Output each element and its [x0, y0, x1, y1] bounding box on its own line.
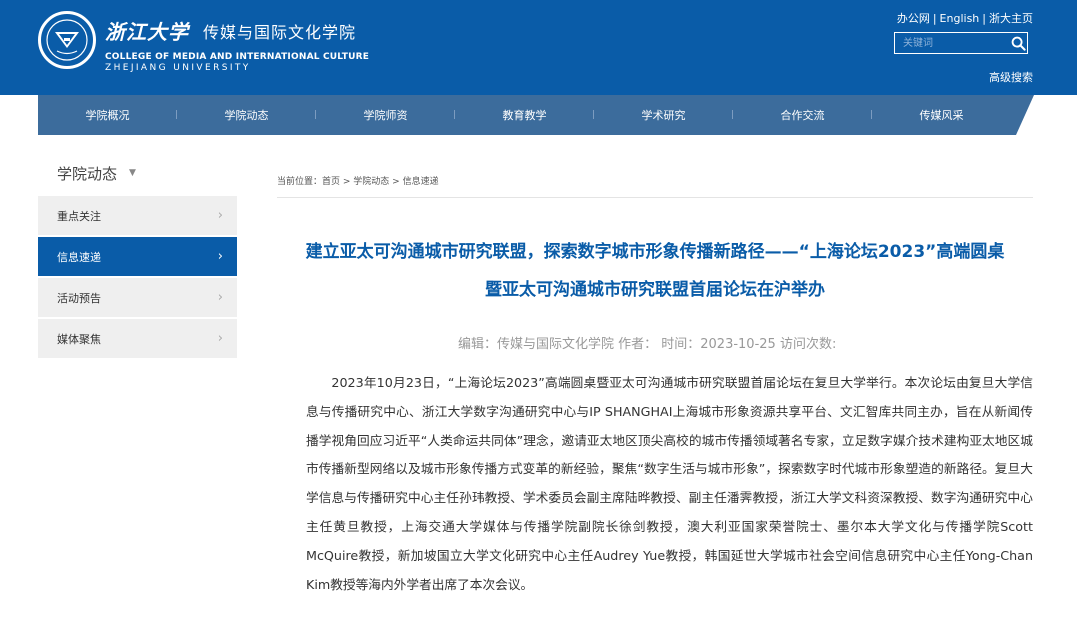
college-name-cn: 传媒与国际文化学院	[203, 22, 357, 42]
link-office[interactable]: 办公网	[897, 12, 930, 25]
nav-item-about[interactable]: 学院概况	[38, 107, 177, 123]
breadcrumb-news[interactable]: 学院动态	[353, 177, 389, 187]
caret-down-icon: ▼	[129, 168, 136, 178]
sidebar: 学院动态 ▼ 重点关注 › 信息速递 › 活动预告 › 媒体聚焦 ›	[38, 158, 237, 360]
main-nav: 学院概况 学院动态 学院师资 教育教学 学术研究 合作交流 传媒风采	[38, 95, 1034, 135]
search-box	[894, 32, 1028, 54]
link-zju-home[interactable]: 浙大主页	[989, 12, 1033, 25]
site-header: 浙江大学 传媒与国际文化学院 COLLEGE OF MEDIA AND INTE…	[0, 0, 1077, 95]
college-name-en: COLLEGE OF MEDIA AND INTERNATIONAL CULTU…	[105, 52, 370, 62]
search-button[interactable]	[1010, 33, 1027, 53]
university-emblem-icon[interactable]	[38, 11, 96, 69]
chevron-right-icon: ›	[217, 331, 223, 346]
sidebar-item-media[interactable]: 媒体聚焦 ›	[38, 319, 237, 358]
sidebar-item-express[interactable]: 信息速递 ›	[38, 237, 237, 276]
nav-item-style[interactable]: 传媒风采	[872, 107, 1011, 123]
sidebar-item-events[interactable]: 活动预告 ›	[38, 278, 237, 317]
site-logo[interactable]: 浙江大学 传媒与国际文化学院 COLLEGE OF MEDIA AND INTE…	[105, 16, 369, 73]
link-english[interactable]: English	[940, 12, 980, 25]
nav-item-cooperation[interactable]: 合作交流	[733, 107, 872, 123]
chevron-right-icon: ›	[217, 249, 223, 264]
divider	[277, 197, 1033, 198]
nav-item-research[interactable]: 学术研究	[594, 107, 733, 123]
search-icon	[1011, 36, 1026, 51]
sidebar-title[interactable]: 学院动态 ▼	[38, 158, 237, 188]
chevron-right-icon: ›	[217, 208, 223, 223]
article-meta: 编辑：传媒与国际文化学院 作者： 时间：2023-10-25 访问次数:	[458, 337, 837, 352]
advanced-search-link[interactable]: 高级搜索	[989, 69, 1033, 85]
breadcrumb-home[interactable]: 首页	[322, 177, 340, 187]
article-title: 建立亚太可沟通城市研究联盟，探索数字城市形象传播新路径——“上海论坛2023”高…	[305, 242, 1005, 300]
article-paragraph: 2023年10月23日，“上海论坛2023”高端圆桌暨亚太可沟通城市研究联盟首届…	[306, 375, 1033, 592]
breadcrumb-express[interactable]: 信息速递	[403, 177, 439, 187]
nav-item-education[interactable]: 教育教学	[455, 107, 594, 123]
sidebar-item-focus[interactable]: 重点关注 ›	[38, 196, 237, 235]
university-name-en: ZHEJIANG UNIVERSITY	[105, 63, 251, 73]
nav-item-news[interactable]: 学院动态	[177, 107, 316, 123]
sidebar-list: 重点关注 › 信息速递 › 活动预告 › 媒体聚焦 ›	[38, 196, 237, 358]
top-links: 办公网 | English | 浙大主页	[896, 12, 1033, 25]
breadcrumb: 当前位置：首页 > 学院动态 > 信息速递	[277, 177, 439, 187]
nav-item-faculty[interactable]: 学院师资	[316, 107, 455, 123]
search-input[interactable]	[895, 36, 1010, 50]
chevron-right-icon: ›	[217, 290, 223, 305]
university-name-cn: 浙江大学	[105, 20, 189, 44]
